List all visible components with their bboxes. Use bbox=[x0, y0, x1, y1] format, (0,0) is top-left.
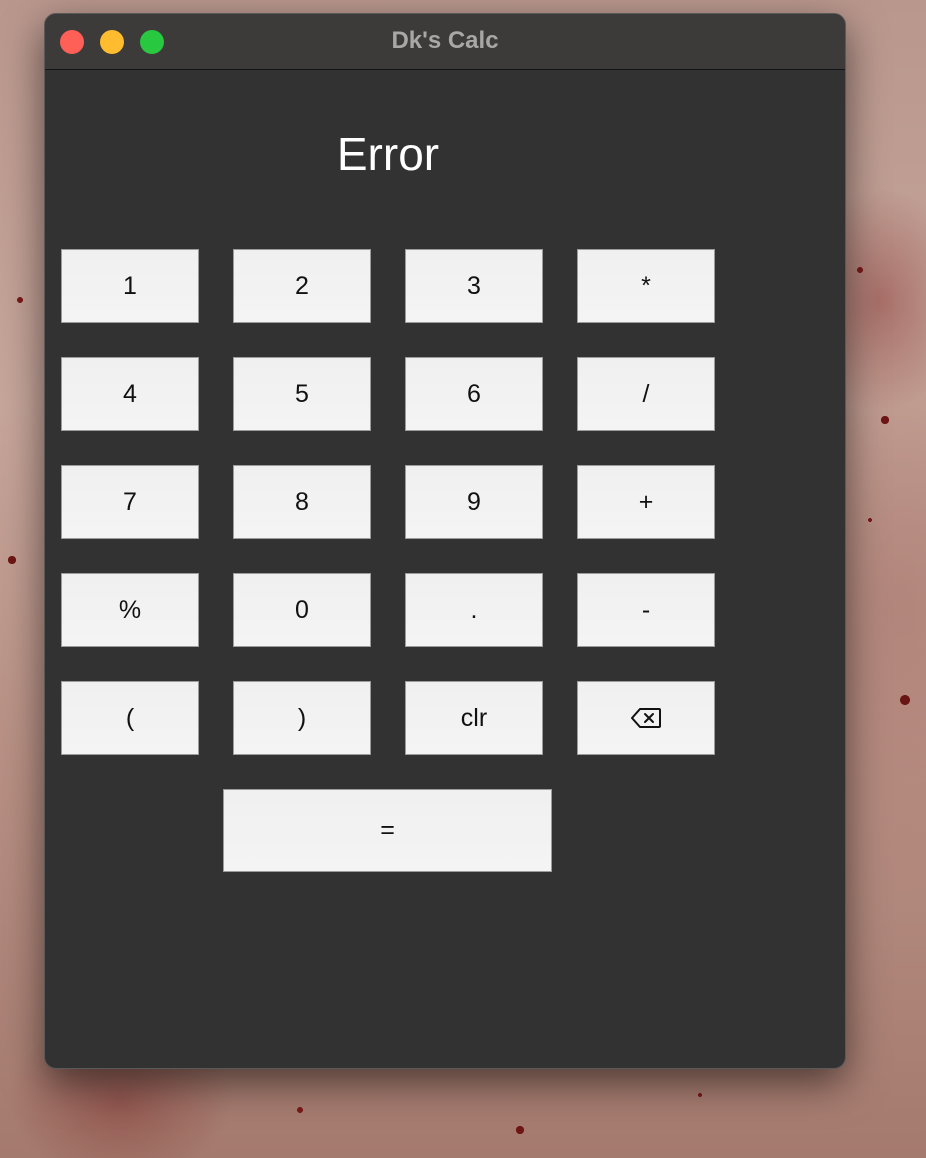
key-8[interactable]: 8 bbox=[233, 465, 371, 539]
key-7[interactable]: 7 bbox=[61, 465, 199, 539]
close-window-button[interactable] bbox=[60, 30, 84, 54]
key-open-paren[interactable]: ( bbox=[61, 681, 199, 755]
calculator-window: Dk's Calc Error 1 2 3 * 4 5 6 / 7 8 9 + … bbox=[44, 13, 846, 1069]
maximize-window-button[interactable] bbox=[140, 30, 164, 54]
key-close-paren[interactable]: ) bbox=[233, 681, 371, 755]
result-display: Error bbox=[336, 128, 440, 180]
key-percent[interactable]: % bbox=[61, 573, 199, 647]
key-divide[interactable]: / bbox=[577, 357, 715, 431]
key-1[interactable]: 1 bbox=[61, 249, 199, 323]
key-clear[interactable]: clr bbox=[405, 681, 543, 755]
key-decimal[interactable]: . bbox=[405, 573, 543, 647]
minimize-window-button[interactable] bbox=[100, 30, 124, 54]
key-backspace[interactable] bbox=[577, 681, 715, 755]
key-equals[interactable]: = bbox=[223, 789, 552, 872]
key-4[interactable]: 4 bbox=[61, 357, 199, 431]
title-bar[interactable]: Dk's Calc bbox=[45, 14, 845, 70]
key-multiply[interactable]: * bbox=[577, 249, 715, 323]
key-2[interactable]: 2 bbox=[233, 249, 371, 323]
key-5[interactable]: 5 bbox=[233, 357, 371, 431]
key-plus[interactable]: + bbox=[577, 465, 715, 539]
key-3[interactable]: 3 bbox=[405, 249, 543, 323]
key-0[interactable]: 0 bbox=[233, 573, 371, 647]
window-title: Dk's Calc bbox=[391, 27, 499, 54]
key-6[interactable]: 6 bbox=[405, 357, 543, 431]
key-minus[interactable]: - bbox=[577, 573, 715, 647]
backspace-icon bbox=[631, 708, 661, 728]
key-9[interactable]: 9 bbox=[405, 465, 543, 539]
